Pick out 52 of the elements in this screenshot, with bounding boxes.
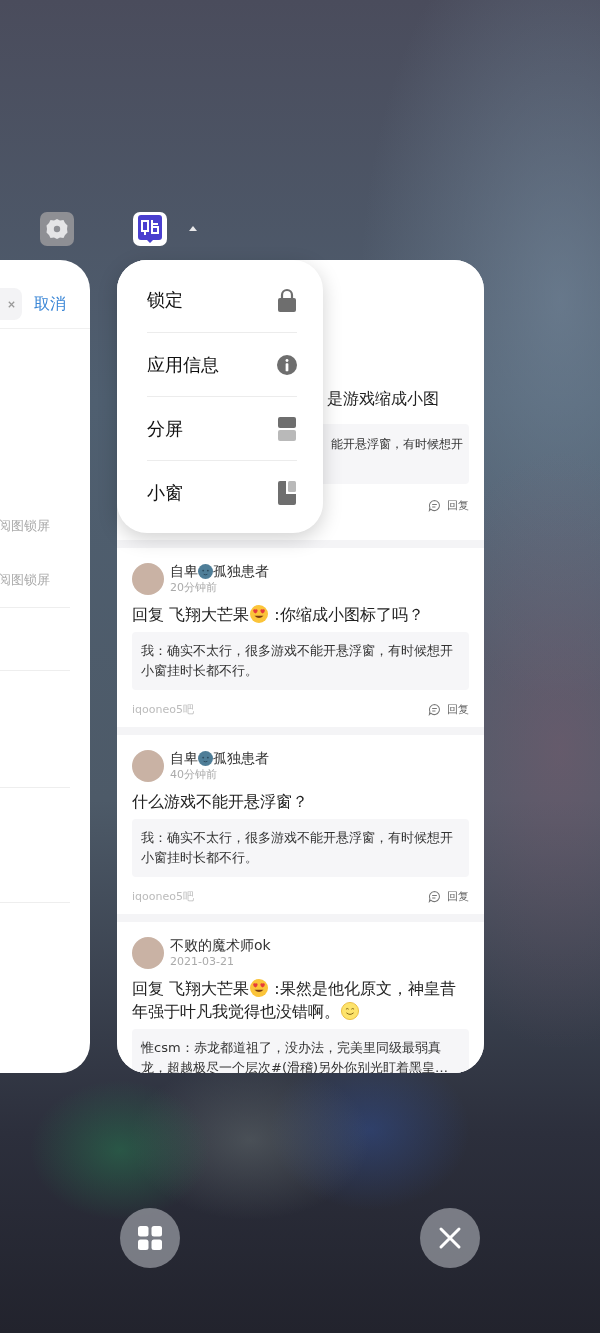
close-all-button[interactable] xyxy=(420,1208,480,1268)
reply-button[interactable]: 回复 xyxy=(428,498,469,513)
small-window-icon xyxy=(277,480,297,505)
post-title: 回复 飞翔大芒果 xyxy=(132,978,250,1000)
quote-text: 我：确实不太行，很多游戏不能开悬浮窗，有时候想开小窗挂时长都不行。 xyxy=(141,642,454,680)
clear-icon[interactable] xyxy=(6,299,16,309)
menu-item[interactable]: 分屏 xyxy=(147,396,297,460)
lock-icon xyxy=(277,288,297,312)
menu-item[interactable]: 应用信息 xyxy=(147,332,297,396)
avatar xyxy=(132,562,164,595)
user-name: 自卑 xyxy=(170,562,198,580)
caret-icon[interactable] xyxy=(189,226,197,231)
moon-face-icon xyxy=(198,563,213,579)
split-screen-icon xyxy=(277,416,297,441)
post-time: 20分钟前 xyxy=(170,580,218,595)
heart-eyes-emoji-icon xyxy=(250,979,269,997)
post-title: 什么游戏不能开悬浮窗？ xyxy=(132,791,308,813)
post-title: 回复 飞翔大芒果 xyxy=(132,604,250,626)
smile-emoji-icon xyxy=(341,1002,359,1020)
user-name: 自卑 xyxy=(170,749,198,767)
quote-text: 能开悬浮窗，有时候想开 xyxy=(331,436,463,453)
app-icon[interactable] xyxy=(133,212,167,246)
avatar xyxy=(132,749,164,782)
close-icon xyxy=(438,1226,462,1250)
post-title: 是游戏缩成小图 xyxy=(327,389,440,409)
post-title: 年强于叶凡我觉得也没错啊。 xyxy=(132,1001,340,1023)
post-card[interactable]: 自卑 孤独患者 40分钟前 什么游戏不能开悬浮窗？ 我：确实不太行，很多游戏不能开悬浮窗，有时候想开小窗挂时长都不行。 iqooneo5吧 回复 xyxy=(117,735,484,914)
post-title: :果然是他化原文，神皇昔 xyxy=(273,978,456,1000)
search-field[interactable] xyxy=(0,288,22,320)
reply-button[interactable]: 回复 xyxy=(428,889,469,904)
user-name: 孤独患者 xyxy=(213,749,269,767)
settings-icon[interactable] xyxy=(40,212,74,246)
comment-icon xyxy=(428,890,441,903)
moon-face-icon xyxy=(198,750,213,766)
info-icon xyxy=(277,352,297,377)
heart-eyes-emoji-icon xyxy=(250,605,269,623)
comment-icon xyxy=(428,703,441,716)
grid-icon xyxy=(138,1226,162,1250)
comment-icon xyxy=(428,499,441,512)
menu-item[interactable]: 锁定 xyxy=(147,268,297,332)
menu-item[interactable]: 小窗 xyxy=(147,460,297,524)
post-time: 2021-03-21 xyxy=(170,954,235,969)
post-time: 40分钟前 xyxy=(170,767,218,782)
reply-button[interactable]: 回复 xyxy=(428,702,469,717)
app-drawer-button[interactable] xyxy=(120,1208,180,1268)
cancel-link[interactable]: 取消 xyxy=(34,294,66,315)
user-name: 孤独患者 xyxy=(213,562,269,580)
post-title: :你缩成小图标了吗？ xyxy=(273,604,424,626)
post-card[interactable]: 自卑 孤独患者 20分钟前 回复 飞翔大芒果 :你缩成小图标了吗？ 我：确实不太行，很多游戏不能开悬浮窗，有时候想开小窗挂时长都不行。 iqooneo5吧 回复 xyxy=(117,548,484,727)
avatar xyxy=(132,936,164,969)
quote-text: 我：确实不太行，很多游戏不能开悬浮窗，有时候想开小窗挂时长都不行。 xyxy=(141,829,454,867)
user-name: 不败的魔术师ok xyxy=(170,936,271,954)
